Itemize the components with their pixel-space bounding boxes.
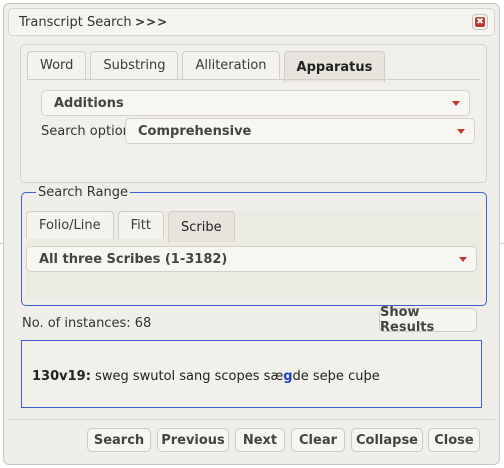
transcript-search-dialog: Transcript Search >>> ✖ Word Substring A… bbox=[3, 3, 500, 465]
close-icon[interactable]: ✖ bbox=[472, 14, 488, 30]
collapse-button[interactable]: Collapse bbox=[351, 428, 423, 452]
close-glyph: ✖ bbox=[475, 17, 485, 27]
show-results-button[interactable]: Show Results bbox=[379, 305, 477, 335]
footer-divider bbox=[8, 419, 495, 420]
tab-alliteration[interactable]: Alliteration bbox=[182, 51, 280, 79]
dialog-title: Transcript Search bbox=[19, 15, 132, 30]
result-line[interactable]: 130v19: sweg swutol sang scopes sægde se… bbox=[32, 369, 380, 384]
expand-toggle[interactable]: >>> bbox=[135, 15, 168, 29]
apparatus-type-select[interactable]: Additions bbox=[41, 90, 470, 116]
search-type-panel: Word Substring Alliteration Apparatus Ad… bbox=[20, 44, 487, 183]
search-range-tabs: Folio/Line Fitt Scribe bbox=[26, 211, 235, 242]
chevron-down-icon bbox=[459, 257, 467, 262]
result-text-before: sweg swutol sang scopes sæ bbox=[95, 369, 284, 384]
search-button[interactable]: Search bbox=[87, 428, 151, 452]
results-pane[interactable]: 130v19: sweg swutol sang scopes sægde se… bbox=[21, 340, 482, 408]
search-range-legend: Search Range bbox=[36, 185, 130, 200]
search-options-select[interactable]: Comprehensive bbox=[125, 118, 475, 144]
dialog-titlebar[interactable]: Transcript Search >>> ✖ bbox=[8, 8, 495, 36]
apparatus-type-value: Additions bbox=[54, 95, 124, 111]
result-ref: 130v19: bbox=[32, 369, 91, 384]
tab-scribe[interactable]: Scribe bbox=[167, 211, 235, 242]
result-text-after: de seþe cuþe bbox=[292, 369, 380, 384]
tab-apparatus[interactable]: Apparatus bbox=[283, 51, 386, 82]
tabstrip-divider bbox=[27, 79, 480, 80]
result-highlight: g bbox=[283, 369, 293, 384]
next-button[interactable]: Next bbox=[235, 428, 285, 452]
chevron-down-icon bbox=[457, 129, 465, 134]
scribe-select[interactable]: All three Scribes (1-3182) bbox=[26, 246, 477, 272]
tab-folio-line[interactable]: Folio/Line bbox=[26, 211, 114, 239]
chevron-down-icon bbox=[452, 101, 460, 106]
tab-substring[interactable]: Substring bbox=[90, 51, 179, 79]
search-range-fieldset: Search Range Folio/Line Fitt Scribe All … bbox=[21, 185, 487, 306]
search-type-tabs: Word Substring Alliteration Apparatus bbox=[27, 51, 386, 82]
scribe-value: All three Scribes (1-3182) bbox=[39, 251, 228, 267]
previous-button[interactable]: Previous bbox=[157, 428, 229, 452]
instance-count: No. of instances: 68 bbox=[22, 316, 152, 331]
clear-button[interactable]: Clear bbox=[291, 428, 345, 452]
background-line-right bbox=[500, 243, 504, 244]
tab-word[interactable]: Word bbox=[27, 51, 87, 79]
search-options-value: Comprehensive bbox=[138, 123, 252, 139]
close-button[interactable]: Close bbox=[428, 428, 480, 452]
tab-fitt[interactable]: Fitt bbox=[117, 211, 164, 239]
